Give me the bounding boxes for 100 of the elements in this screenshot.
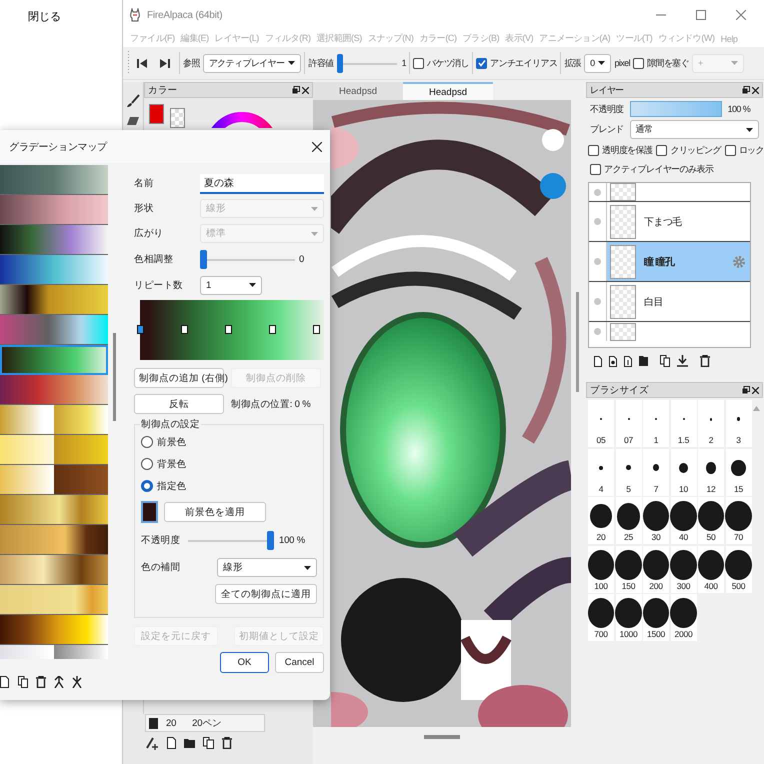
scrollbar-thumb[interactable] <box>576 292 579 392</box>
brush-size-item[interactable]: 30 <box>643 497 669 544</box>
visibility-dot-icon[interactable] <box>594 298 601 305</box>
close-icon[interactable] <box>752 386 759 394</box>
scrollbar-thumb[interactable] <box>424 735 460 739</box>
halftone-layer-icon[interactable] <box>609 356 617 366</box>
brush-size-item[interactable]: 2000 <box>670 594 696 641</box>
brush-size-item[interactable]: 1 <box>643 400 669 447</box>
brush-size-item[interactable]: 50 <box>698 497 724 544</box>
gradient-preset[interactable] <box>0 615 108 645</box>
brush-size-item[interactable]: 1500 <box>643 594 669 641</box>
add-brush-icon[interactable] <box>145 736 159 750</box>
previous-icon[interactable] <box>137 58 148 68</box>
brush-size-item[interactable]: 10 <box>670 448 696 496</box>
brush-size-item[interactable]: 500 <box>726 546 752 592</box>
checkbox[interactable] <box>590 164 601 175</box>
gradient-preset[interactable] <box>0 465 108 495</box>
brush-size-item[interactable]: 200 <box>643 546 669 592</box>
folder-icon[interactable] <box>639 356 648 366</box>
brush-size-item[interactable]: 300 <box>670 546 696 592</box>
brush-size-item[interactable]: 7 <box>643 448 669 496</box>
brush-size-item[interactable]: 1.5 <box>670 400 696 447</box>
brush-size-item[interactable]: 150 <box>616 546 642 592</box>
merge-down-icon[interactable] <box>677 355 688 367</box>
document-tab[interactable]: Headpsd <box>403 82 493 100</box>
slider-thumb[interactable] <box>200 250 207 269</box>
move-down-icon[interactable] <box>72 676 82 688</box>
slider[interactable] <box>200 250 295 269</box>
brush-size-item[interactable]: 25 <box>616 497 642 544</box>
close-icon[interactable] <box>302 86 309 94</box>
brush-size-item[interactable]: 3 <box>726 400 752 447</box>
duplicate-icon[interactable] <box>203 737 214 749</box>
gradient-preset[interactable] <box>0 285 108 315</box>
radio-button[interactable] <box>141 458 153 470</box>
slider-thumb[interactable] <box>336 54 343 72</box>
brush-size-item[interactable]: 70 <box>726 497 752 544</box>
duplicate-icon[interactable] <box>660 355 670 367</box>
checkbox[interactable] <box>656 145 668 156</box>
trash-icon[interactable] <box>700 355 710 367</box>
color-swatch[interactable] <box>141 501 158 523</box>
brush-size-item[interactable]: 100 <box>588 546 614 592</box>
duplicate-icon[interactable] <box>18 676 28 688</box>
brush-size-item[interactable]: 5 <box>616 448 642 496</box>
cancel-button[interactable]: Cancel <box>275 652 324 673</box>
checkbox[interactable] <box>476 58 488 68</box>
float-icon[interactable] <box>292 86 300 94</box>
brush-icon[interactable] <box>126 94 140 108</box>
new-layer-icon[interactable] <box>594 356 602 366</box>
brush-size-item[interactable]: 15 <box>726 448 752 496</box>
blend-dropdown[interactable]: 通常 <box>630 120 759 139</box>
checkbox[interactable] <box>632 58 644 68</box>
layer-item[interactable]: 白目 <box>607 282 750 321</box>
one-bit-layer-icon[interactable] <box>624 356 632 366</box>
brush-size-item[interactable]: 2 <box>698 400 724 447</box>
brush-size-item[interactable]: 700 <box>588 594 614 641</box>
float-icon[interactable] <box>742 86 750 94</box>
radio-button[interactable] <box>141 480 153 492</box>
ok-button[interactable]: OK <box>220 652 269 673</box>
gradient-preset[interactable] <box>0 525 108 555</box>
gradient-preset[interactable] <box>0 345 108 375</box>
checkbox[interactable] <box>588 145 599 156</box>
new-icon[interactable] <box>0 676 10 688</box>
checkbox[interactable] <box>413 58 424 68</box>
move-up-icon[interactable] <box>54 676 64 688</box>
brush-size-item[interactable]: 1000 <box>616 594 642 641</box>
maximize-icon[interactable] <box>696 10 706 20</box>
float-icon[interactable] <box>742 386 750 394</box>
apply-all-button[interactable]: 全ての制御点に適用 <box>215 584 317 604</box>
brush-size-item[interactable]: 40 <box>670 497 696 544</box>
new-document-icon[interactable] <box>167 737 176 749</box>
brush-size-item[interactable]: 20 <box>588 497 614 544</box>
checkbox[interactable] <box>724 145 736 156</box>
repeat-dropdown[interactable]: 1 <box>200 276 262 294</box>
reverse-button[interactable]: 反転 <box>134 394 224 414</box>
tolerance-slider[interactable] <box>336 54 399 72</box>
eraser-icon[interactable] <box>126 116 140 126</box>
slider[interactable] <box>188 531 274 550</box>
brush-size-item[interactable]: 07 <box>616 400 642 447</box>
visibility-dot-icon[interactable] <box>594 258 601 265</box>
layer-item[interactable]: 下まつ毛 <box>607 202 750 241</box>
visibility-dot-icon[interactable] <box>594 328 601 335</box>
brush-size-item[interactable]: 05 <box>588 400 614 447</box>
next-icon[interactable] <box>159 58 170 68</box>
gradient-preset[interactable] <box>0 255 108 285</box>
foreground-swatch[interactable] <box>149 104 164 124</box>
gradient-stop[interactable] <box>136 325 144 334</box>
interpolation-dropdown[interactable]: 線形 <box>217 558 317 577</box>
slider-thumb[interactable] <box>267 531 274 550</box>
radio-button[interactable] <box>141 436 153 448</box>
folder-icon[interactable] <box>184 738 195 748</box>
trash-icon[interactable] <box>222 737 232 749</box>
gradient-preset[interactable] <box>0 375 108 405</box>
name-field[interactable]: 夏の森 <box>200 174 324 194</box>
apply-foreground-button[interactable]: 前景色を適用 <box>164 502 266 522</box>
visibility-dot-icon[interactable] <box>594 188 601 196</box>
close-icon[interactable] <box>312 142 322 152</box>
expand-dropdown[interactable]: 0 <box>584 54 612 72</box>
brush-size-item[interactable]: 4 <box>588 448 614 496</box>
reference-dropdown[interactable]: アクティブレイヤー <box>202 54 302 72</box>
brush-size-item[interactable]: 400 <box>698 546 724 592</box>
